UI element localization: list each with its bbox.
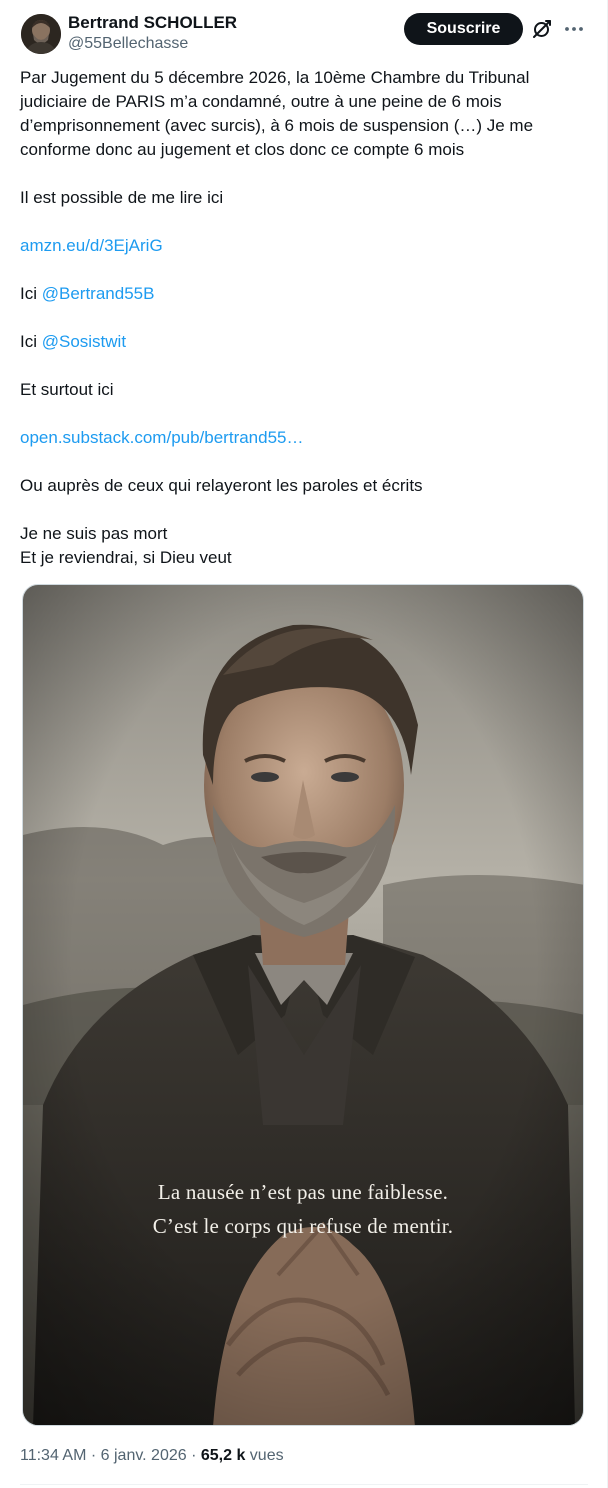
paragraph-judgment: Par Jugement du 5 décembre 2026, la 10èm… [20,68,538,159]
tweet-header: Bertrand SCHOLLER @55Bellechasse Souscri… [20,12,588,56]
meta-separator: · [186,1447,201,1464]
paragraph-relay: Ou auprès de ceux qui relayeront les par… [20,476,423,495]
substack-link[interactable]: open.substack.com/pub/bertrand55… [20,428,304,447]
tweet-image[interactable]: La nausée n’est pas une faiblesse. C’est… [22,584,584,1426]
closing-line-2: Et je reviendrai, si Dieu veut [20,548,232,567]
tweet-text: Par Jugement du 5 décembre 2026, la 10èm… [20,66,588,570]
ici-line-2: Ici @Sosistwit [20,332,127,351]
tweet-time[interactable]: 11:34 AM [20,1447,86,1464]
tweet-card: Bertrand SCHOLLER @55Bellechasse Souscri… [0,0,608,1488]
tweet-meta: 11:34 AM · 6 janv. 2026 · 65,2 k vues [20,1444,284,1468]
subscribe-button[interactable]: Souscrire [404,13,523,45]
image-caption-line-1: La nausée n’est pas une faiblesse. [157,1180,449,1204]
author-block[interactable]: Bertrand SCHOLLER @55Bellechasse [68,12,237,54]
closing-line-1: Je ne suis pas mort [20,524,168,543]
tweet-date[interactable]: 6 janv. 2026 [101,1447,187,1464]
avatar-portrait [21,14,61,54]
portrait-image [23,585,583,1425]
grok-icon[interactable] [531,18,553,40]
views-label: vues [245,1447,284,1464]
ici-line-1: Ici @Bertrand55B [20,284,155,303]
amazon-link[interactable]: amzn.eu/d/3EjAriG [20,236,163,255]
paragraph-read-here: Il est possible de me lire ici [20,188,224,207]
avatar[interactable] [21,14,61,54]
views-count: 65,2 k [200,1447,246,1464]
image-caption-line-2: C’est le corps qui refuse de mentir. [152,1214,454,1238]
mention-sosistwit[interactable]: @Sosistwit [42,332,126,351]
handle[interactable]: @55Bellechasse [68,34,237,54]
more-icon[interactable] [563,18,585,40]
paragraph-surtout: Et surtout ici [20,380,114,399]
meta-separator: · [86,1447,101,1464]
display-name[interactable]: Bertrand SCHOLLER [68,12,237,34]
divider [20,1484,588,1485]
mention-bertrand55b[interactable]: @Bertrand55B [42,284,155,303]
